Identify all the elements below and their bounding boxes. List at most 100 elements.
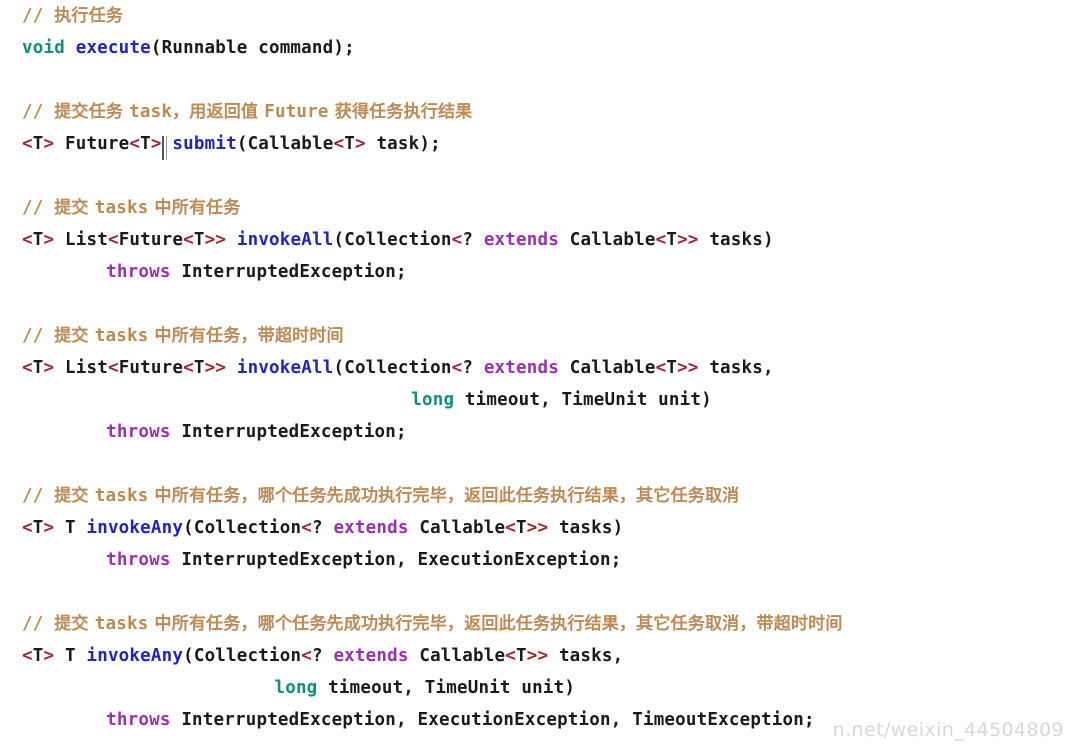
code-line[interactable]: void execute(Runnable command);: [0, 32, 1068, 64]
code-token-generic: <: [22, 646, 33, 666]
code-token-plain: T: [54, 646, 87, 666]
code-line-blank[interactable]: [0, 64, 1068, 96]
code-token-plain: tasks): [548, 518, 624, 538]
code-token-comment: //: [22, 6, 55, 26]
code-token-plain: List: [54, 230, 108, 250]
code-token-modifier: extends: [483, 230, 559, 250]
code-token-plain: T: [515, 518, 527, 538]
code-token-plain: ?: [462, 230, 484, 250]
code-token-plain: T: [666, 230, 678, 250]
code-token-generic: <: [183, 230, 194, 250]
code-token-method: invokeAny: [86, 518, 184, 538]
code-token-generic: >: [43, 134, 55, 154]
code-token-method: submit: [172, 134, 237, 154]
code-token-plain: (Collection: [183, 518, 302, 538]
code-line[interactable]: throws InterruptedException;: [0, 256, 1068, 288]
code-token-keyword: long: [411, 390, 455, 410]
code-line[interactable]: // 执行任务: [0, 0, 1068, 32]
code-token-plain: (Collection: [333, 230, 452, 250]
code-token-generic: >>: [677, 230, 699, 250]
code-line[interactable]: <T> Future<T> submit(Callable<T> task);: [0, 128, 1068, 160]
code-token-plain: timeout, TimeUnit unit): [454, 390, 712, 410]
code-token-plain: T: [193, 230, 205, 250]
code-token-comment: 中所有任务，带超时时间: [148, 326, 344, 346]
code-token-modifier: extends: [483, 358, 559, 378]
code-block[interactable]: // 执行任务 void execute(Runnable command); //…: [0, 0, 1068, 736]
code-token-comment: //: [22, 102, 55, 122]
code-token-generic: <: [22, 230, 33, 250]
code-token-plain: timeout, TimeUnit unit): [317, 678, 576, 698]
code-token-generic: >>: [526, 518, 549, 538]
code-token-generic: <: [451, 358, 463, 378]
code-line[interactable]: throws InterruptedException, ExecutionEx…: [0, 704, 1068, 736]
code-token-plain: Callable: [408, 646, 506, 666]
code-line[interactable]: // 提交 tasks 中所有任务，哪个任务先成功执行完毕，返回此任务执行结果，…: [0, 480, 1068, 512]
code-line[interactable]: // 提交 tasks 中所有任务，哪个任务先成功执行完毕，返回此任务执行结果，…: [0, 608, 1068, 640]
code-token-comment: //: [22, 614, 55, 634]
code-token-generic: <: [301, 518, 312, 538]
code-token-modifier: throws: [106, 422, 171, 442]
code-token-plain: tasks,: [698, 358, 774, 378]
code-token-method: execute: [75, 38, 151, 58]
code-token-generic: >>: [204, 358, 227, 378]
code-token-comment: 中所有任务，哪个任务先成功执行完毕，返回此任务执行结果，其它任务取消: [148, 486, 740, 506]
code-token-plain: T: [54, 518, 87, 538]
code-line[interactable]: long timeout, TimeUnit unit): [0, 384, 1068, 416]
code-token-plain: Callable: [558, 230, 656, 250]
code-token-comment: Future: [264, 102, 329, 122]
code-token-generic: <: [22, 358, 33, 378]
code-line[interactable]: // 提交任务 task，用返回值 Future 获得任务执行结果: [0, 96, 1068, 128]
code-token-modifier: throws: [106, 262, 171, 282]
code-line[interactable]: // 提交 tasks 中所有任务: [0, 192, 1068, 224]
code-editor-surface[interactable]: // 执行任务 void execute(Runnable command); //…: [0, 0, 1068, 749]
code-token-modifier: throws: [106, 550, 171, 570]
code-token-keyword: long: [274, 678, 318, 698]
code-token-generic: <: [451, 230, 463, 250]
code-token-plain: (Callable: [236, 134, 334, 154]
code-token-plain: List: [54, 358, 108, 378]
code-token-plain: Callable: [558, 358, 656, 378]
code-token-plain: Callable: [408, 518, 506, 538]
code-line-blank[interactable]: [0, 576, 1068, 608]
code-token-plain: T: [666, 358, 678, 378]
code-line[interactable]: <T> T invokeAny(Collection<? extends Cal…: [0, 640, 1068, 672]
code-token-generic: >>: [677, 358, 699, 378]
code-line[interactable]: throws InterruptedException;: [0, 416, 1068, 448]
code-token-comment: //: [22, 486, 55, 506]
code-line-blank[interactable]: [0, 288, 1068, 320]
code-token-plain: T: [32, 230, 44, 250]
code-token-generic: <: [183, 358, 194, 378]
code-token-comment: task: [129, 102, 173, 122]
code-token-comment: 获得任务执行结果: [328, 102, 473, 122]
code-token-generic: >: [43, 646, 55, 666]
code-token-generic: <: [301, 646, 312, 666]
code-line[interactable]: long timeout, TimeUnit unit): [0, 672, 1068, 704]
code-token-modifier: throws: [106, 710, 171, 730]
code-token-comment: 提交: [54, 326, 95, 346]
code-token-comment: 中所有任务: [148, 198, 241, 218]
code-token-plain: tasks): [698, 230, 774, 250]
code-token-plain: InterruptedException, ExecutionException…: [170, 710, 815, 730]
code-token-generic: <: [333, 134, 345, 154]
code-token-comment: tasks: [94, 326, 149, 346]
code-token-generic: >: [43, 358, 55, 378]
code-token-plain: ?: [311, 518, 334, 538]
code-token-plain: T: [32, 518, 44, 538]
code-token-comment: //: [22, 198, 55, 218]
code-line[interactable]: // 提交 tasks 中所有任务，带超时时间: [0, 320, 1068, 352]
code-line-blank[interactable]: [0, 160, 1068, 192]
code-token-plain: InterruptedException;: [170, 422, 407, 442]
code-line[interactable]: <T> List<Future<T>> invokeAll(Collection…: [0, 352, 1068, 384]
code-token-plain: T: [32, 358, 44, 378]
code-token-method: invokeAny: [86, 646, 184, 666]
code-line[interactable]: <T> List<Future<T>> invokeAll(Collection…: [0, 224, 1068, 256]
code-token-plain: ?: [462, 358, 484, 378]
code-line[interactable]: throws InterruptedException, ExecutionEx…: [0, 544, 1068, 576]
code-line-blank[interactable]: [0, 448, 1068, 480]
code-token-plain: Future: [118, 230, 184, 250]
code-token-generic: >>: [204, 230, 227, 250]
code-token-comment: 提交任务: [54, 102, 130, 122]
code-line[interactable]: <T> T invokeAny(Collection<? extends Cal…: [0, 512, 1068, 544]
code-token-comment: 提交: [54, 198, 95, 218]
